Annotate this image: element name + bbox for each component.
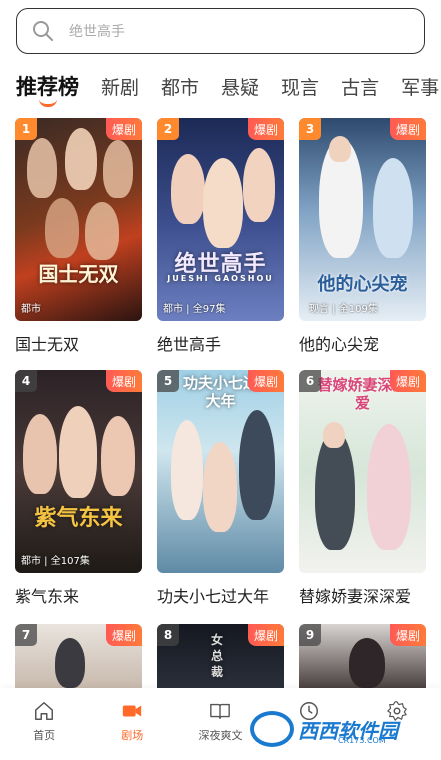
nav-label: 深夜爽文: [198, 729, 243, 742]
drama-title: 紫气东来: [15, 587, 80, 606]
tab-urban[interactable]: 都市: [161, 73, 199, 100]
hot-badge: 爆剧: [105, 118, 142, 140]
poster-figure: [171, 420, 203, 520]
drama-poster: 紫气东来 4 爆剧 都市 | 全107集: [15, 370, 142, 573]
drama-poster: 9 爆剧: [299, 624, 426, 688]
drama-meta: 都市 | 全97集: [163, 304, 226, 315]
tab-ancient-romance[interactable]: 古言: [341, 73, 379, 100]
drama-poster: 他的心尖宠 3 爆剧 现言 | 全109集: [299, 118, 426, 321]
poster-figure: [45, 198, 79, 258]
drama-card[interactable]: 女总裁 8 爆剧: [157, 624, 284, 688]
hot-badge: 爆剧: [389, 118, 426, 140]
poster-title: 紫气东来: [34, 505, 123, 531]
drama-meta: 现言 | 全109集: [309, 304, 378, 315]
rank-badge: 6: [299, 370, 321, 392]
rank-badge: 9: [299, 624, 321, 646]
drama-title: 功夫小七过大年: [157, 587, 270, 606]
tab-new[interactable]: 新剧: [101, 73, 139, 100]
poster-figure: [203, 158, 243, 248]
poster-figure: [23, 414, 57, 494]
poster-title: 女总裁: [210, 633, 223, 679]
watermark: 西西软件园 CR173.COM: [250, 708, 426, 750]
tab-modern-romance[interactable]: 现言: [281, 73, 319, 100]
nav-theater[interactable]: 剧场: [92, 700, 172, 743]
book-icon: [210, 703, 231, 720]
poster-figure: [59, 406, 97, 498]
active-tab-indicator: [38, 99, 57, 107]
rank-badge: 8: [157, 624, 179, 646]
drama-meta: 都市: [21, 304, 41, 315]
poster-figure: [243, 148, 275, 222]
poster-figure: [101, 416, 135, 496]
hot-badge: 爆剧: [247, 370, 284, 392]
poster-title: 他的心尖宠: [317, 274, 408, 295]
tab-recommend[interactable]: 推荐榜: [16, 71, 79, 107]
poster-subtitle: JUESHI GAOSHOU: [167, 274, 274, 283]
hot-badge: 爆剧: [105, 370, 142, 392]
tab-suspense[interactable]: 悬疑: [221, 73, 259, 100]
poster-figure: [323, 422, 345, 448]
hot-badge: 爆剧: [247, 624, 284, 646]
poster-title: 国士无双: [38, 262, 119, 286]
drama-card[interactable]: 替嫁娇妻深深爱 6 爆剧 替嫁娇妻深深爱: [299, 370, 426, 607]
drama-meta: 都市 | 全107集: [21, 556, 90, 567]
nav-late-night-novels[interactable]: 深夜爽文: [180, 700, 260, 743]
tab-military[interactable]: 军事: [401, 73, 439, 100]
hot-badge: 爆剧: [389, 624, 426, 646]
drama-card[interactable]: 国士无双 1 爆剧 都市 国士无双: [15, 118, 142, 355]
drama-card[interactable]: 功夫小七过大年 5 爆剧 功夫小七过大年: [157, 370, 284, 607]
drama-card[interactable]: 绝世高手 JUESHI GAOSHOU 2 爆剧 都市 | 全97集 绝世高手: [157, 118, 284, 355]
poster-figure: [239, 410, 275, 520]
home-icon: [35, 702, 54, 720]
rank-badge: 7: [15, 624, 37, 646]
video-icon: [123, 705, 142, 717]
poster-figure: [203, 442, 237, 532]
poster-figure: [103, 140, 133, 198]
search-input[interactable]: 绝世高手: [69, 21, 125, 41]
drama-poster: 功夫小七过大年 5 爆剧: [157, 370, 284, 573]
nav-label: 剧场: [121, 729, 144, 742]
rank-badge: 1: [15, 118, 37, 140]
poster-figure: [65, 128, 97, 190]
drama-title: 绝世高手: [157, 335, 222, 354]
rank-badge: 5: [157, 370, 179, 392]
drama-card[interactable]: 他的心尖宠 3 爆剧 现言 | 全109集 他的心尖宠: [299, 118, 426, 355]
watermark-subtext: CR173.COM: [338, 736, 386, 745]
drama-title: 替嫁娇妻深深爱: [299, 587, 412, 606]
rank-badge: 4: [15, 370, 37, 392]
drama-card[interactable]: 紫气东来 4 爆剧 都市 | 全107集 紫气东来: [15, 370, 142, 607]
search-bar[interactable]: 绝世高手: [16, 8, 425, 54]
rank-badge: 3: [299, 118, 321, 140]
poster-figure: [55, 638, 85, 688]
drama-title: 他的心尖宠: [299, 335, 380, 354]
poster-figure: [27, 138, 57, 198]
category-tabs: 推荐榜 新剧 都市 悬疑 现言 古言 军事: [0, 64, 441, 108]
poster-figure: [349, 638, 385, 688]
drama-poster: 替嫁娇妻深深爱 6 爆剧: [299, 370, 426, 573]
drama-poster: 绝世高手 JUESHI GAOSHOU 2 爆剧 都市 | 全97集: [157, 118, 284, 321]
drama-poster: 女总裁 8 爆剧: [157, 624, 284, 688]
drama-poster: 国士无双 1 爆剧 都市: [15, 118, 142, 321]
hot-badge: 爆剧: [247, 118, 284, 140]
poster-figure: [171, 154, 205, 224]
poster-figure: [367, 424, 411, 550]
hot-badge: 爆剧: [389, 370, 426, 392]
drama-title: 国士无双: [15, 335, 80, 354]
drama-card[interactable]: 9 爆剧: [299, 624, 426, 688]
poster-figure: [315, 430, 355, 550]
nav-label: 首页: [33, 729, 56, 742]
poster-figure: [85, 202, 119, 260]
poster-figure: [373, 158, 413, 258]
hot-badge: 爆剧: [105, 624, 142, 646]
rank-badge: 2: [157, 118, 179, 140]
drama-card[interactable]: 7 爆剧: [15, 624, 142, 688]
watermark-logo-icon: [250, 711, 294, 747]
search-icon: [33, 21, 53, 41]
poster-figure: [329, 136, 351, 162]
nav-home[interactable]: 首页: [4, 700, 84, 743]
drama-poster: 7 爆剧: [15, 624, 142, 688]
